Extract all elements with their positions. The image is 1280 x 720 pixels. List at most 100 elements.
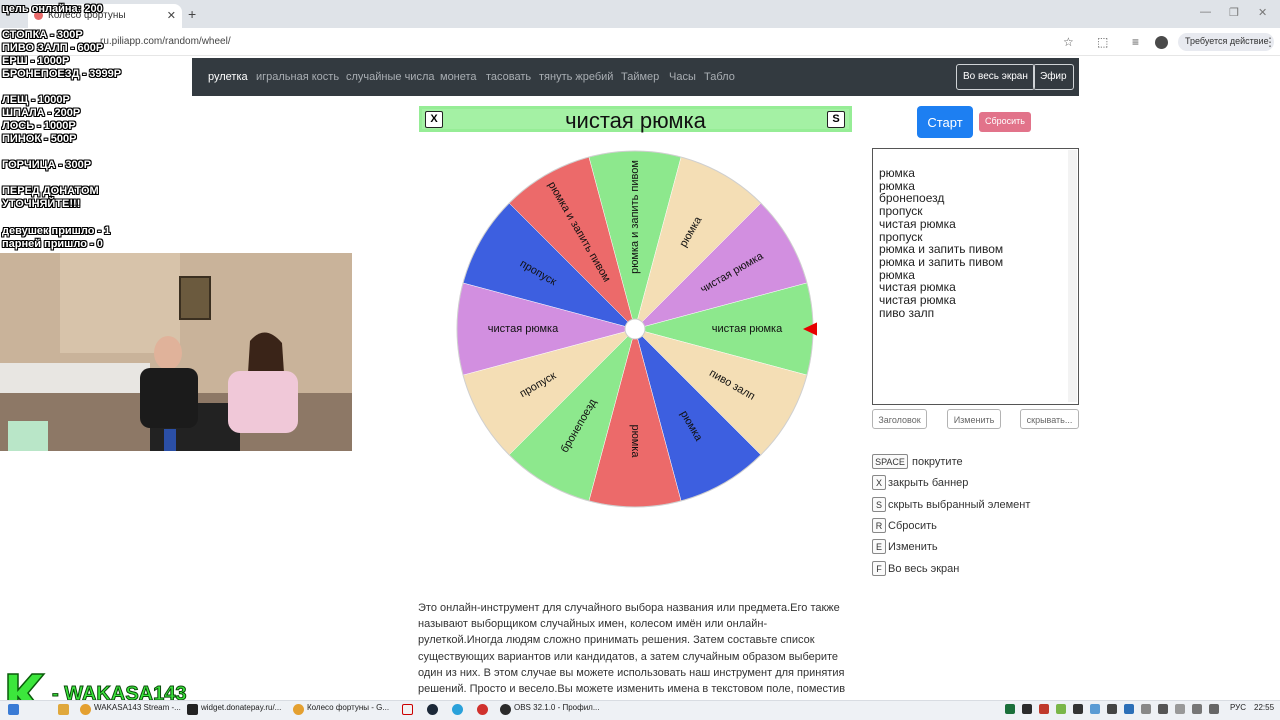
chrome-icon[interactable] — [80, 704, 91, 715]
entry-line: пиво залп — [879, 305, 935, 320]
overlay-notice: УТОЧНЯЙТЕ!!! — [2, 198, 81, 210]
clock[interactable]: 22:55 — [1254, 703, 1274, 712]
overlay-counter: девушек пришло - 1 — [2, 225, 111, 237]
wheel-segment-label: рюмка — [629, 425, 641, 459]
shortcut-label: Во весь экран — [888, 563, 960, 575]
entries-textarea[interactable]: рюмка рюмка бронепоезд пропуск чистая рю… — [872, 148, 1079, 405]
tray-icon[interactable] — [1073, 704, 1083, 714]
banner-close-key-button[interactable]: X — [425, 111, 443, 128]
tray-icon[interactable] — [1141, 704, 1151, 714]
bookmark-star-icon[interactable]: ☆ — [1063, 35, 1074, 49]
webcam-feed — [0, 253, 352, 451]
overlay-price-line: ЕРШ - 1000Р — [2, 55, 70, 67]
overlay-goal: цель онлайна: 200 — [2, 3, 103, 15]
extensions-icon[interactable]: ⬚ — [1097, 35, 1108, 49]
tray-icon[interactable] — [1005, 704, 1015, 714]
file-explorer-icon[interactable] — [58, 704, 69, 715]
tool-description: Это онлайн-инструмент для случайного выб… — [418, 602, 846, 711]
shortcut-key: SPACE — [872, 454, 908, 469]
shortcut-label: Сбросить — [888, 520, 937, 532]
tray-icon[interactable] — [1090, 704, 1100, 714]
app-icon[interactable] — [477, 704, 488, 715]
shortcut-key: F — [872, 561, 886, 576]
new-tab-button[interactable]: + — [188, 6, 196, 22]
action-required-button[interactable]: Требуется действие — [1178, 33, 1274, 51]
wheel-hub — [624, 318, 646, 340]
banner-hide-key-button[interactable]: S — [827, 111, 845, 128]
taskbar-app[interactable]: widget.donatepay.ru/... — [201, 703, 281, 712]
telegram-icon[interactable] — [452, 704, 463, 715]
overlay-notice: ПЕРЕД ДОНАТОМ — [2, 185, 99, 197]
shortcut-label: Изменить — [888, 541, 938, 553]
overlay-price-line: ШПАЛА - 200Р — [2, 107, 81, 119]
nav-shuffle[interactable]: тасовать — [486, 71, 531, 83]
overlay-price-line: ЛЕЩ - 1000Р — [2, 94, 70, 106]
tab-close-icon[interactable]: ✕ — [167, 9, 176, 22]
url-field[interactable]: ru.piliapp.com/random/wheel/ — [100, 36, 231, 47]
start-menu-icon[interactable] — [8, 704, 19, 715]
shortcut-key: S — [872, 497, 886, 512]
entry-line: чистая рюмка — [879, 293, 956, 308]
volume-icon[interactable] — [1192, 704, 1202, 714]
tray-icon[interactable] — [1158, 704, 1168, 714]
broadcast-button[interactable]: Эфир — [1033, 64, 1074, 90]
taskbar-app[interactable]: OBS 32.1.0 - Профил... — [514, 703, 600, 712]
obs-icon[interactable] — [500, 704, 511, 715]
shortcut-label: покрутите — [912, 456, 963, 468]
yandex-icon[interactable] — [402, 704, 413, 715]
chrome-icon[interactable] — [293, 704, 304, 715]
tray-icon[interactable] — [1107, 704, 1117, 714]
nav-scoreboard[interactable]: Табло — [704, 71, 735, 83]
nav-timer[interactable]: Таймер — [621, 71, 659, 83]
entry-line: рюмка и запить пивом — [879, 254, 1004, 269]
taskbar-app[interactable]: WAKASA143 Stream -... — [94, 703, 181, 712]
nav-random-numbers[interactable]: случайные числа — [346, 71, 434, 83]
entries-scrollbar[interactable] — [1068, 150, 1077, 402]
overlay-price-line: ГОРЧИЦА - 300Р — [2, 159, 92, 171]
edit-button[interactable]: Изменить — [947, 409, 1001, 429]
shortcut-label: закрыть баннер — [888, 477, 969, 489]
overlay-price-line: ПИВО ЗАЛП - 600Р — [2, 42, 104, 54]
entry-line: чистая рюмка — [879, 216, 956, 231]
minimize-icon[interactable]: — — [1200, 6, 1211, 18]
wheel-segment-label: чистая рюмка — [712, 323, 783, 335]
tray-icon[interactable] — [1124, 704, 1134, 714]
nav-draw-lots[interactable]: тянуть жребий — [539, 71, 613, 83]
result-banner-title: чистая рюмка — [565, 108, 706, 133]
shortcut-key: R — [872, 518, 886, 533]
start-button[interactable]: Старт — [917, 106, 973, 138]
tray-icon[interactable] — [1056, 704, 1066, 714]
wheel-segment-label: чистая рюмка — [488, 323, 559, 335]
reset-button[interactable]: Сбросить — [979, 112, 1031, 132]
close-window-icon[interactable]: ✕ — [1258, 6, 1267, 19]
fortune-wheel[interactable]: рюмка и запить пивом рюмка чистая рюмка чис… — [455, 148, 817, 510]
overlay-price-line: БРОНЕПОЕЗД - 3999Р — [2, 68, 122, 80]
network-icon[interactable] — [1175, 704, 1185, 714]
nav-roulette[interactable]: рулетка — [208, 71, 248, 83]
nav-coin[interactable]: монета — [440, 71, 477, 83]
entry-line: пропуск — [879, 204, 923, 219]
overlay-counter: парней пришло - 0 — [2, 238, 103, 250]
tray-icon[interactable] — [1022, 704, 1032, 714]
restore-icon[interactable]: ❐ — [1229, 6, 1239, 19]
fullscreen-button[interactable]: Во весь экран — [956, 64, 1035, 90]
menu-kebab-icon[interactable]: ⋮ — [1264, 35, 1276, 49]
taskbar-app[interactable]: Колесо фортуны - G... — [307, 703, 389, 712]
hide-button[interactable]: скрывать... — [1020, 409, 1079, 429]
webcam-scene — [0, 253, 352, 451]
title-button[interactable]: Заголовок — [872, 409, 927, 429]
entry-line: рюмка — [879, 166, 915, 180]
tray-icon[interactable] — [1039, 704, 1049, 714]
language-indicator[interactable]: РУС — [1230, 703, 1246, 712]
battery-icon[interactable] — [1209, 704, 1219, 714]
profile-avatar[interactable] — [1155, 36, 1168, 49]
overlay-price-line: СТОПКА - 300Р — [2, 29, 83, 41]
overlay-price-line: ЛОСЬ - 1000Р — [2, 120, 76, 132]
donatepay-icon[interactable] — [187, 704, 198, 715]
steam-icon[interactable] — [427, 704, 438, 715]
reading-list-icon[interactable]: ≡ — [1132, 35, 1139, 49]
wheel-segment-label: рюмка и запить пивом — [629, 160, 641, 274]
shortcut-label: скрыть выбранный элемент — [888, 499, 1031, 511]
nav-clock[interactable]: Часы — [669, 71, 696, 83]
nav-dice[interactable]: игральная кость — [256, 71, 339, 83]
